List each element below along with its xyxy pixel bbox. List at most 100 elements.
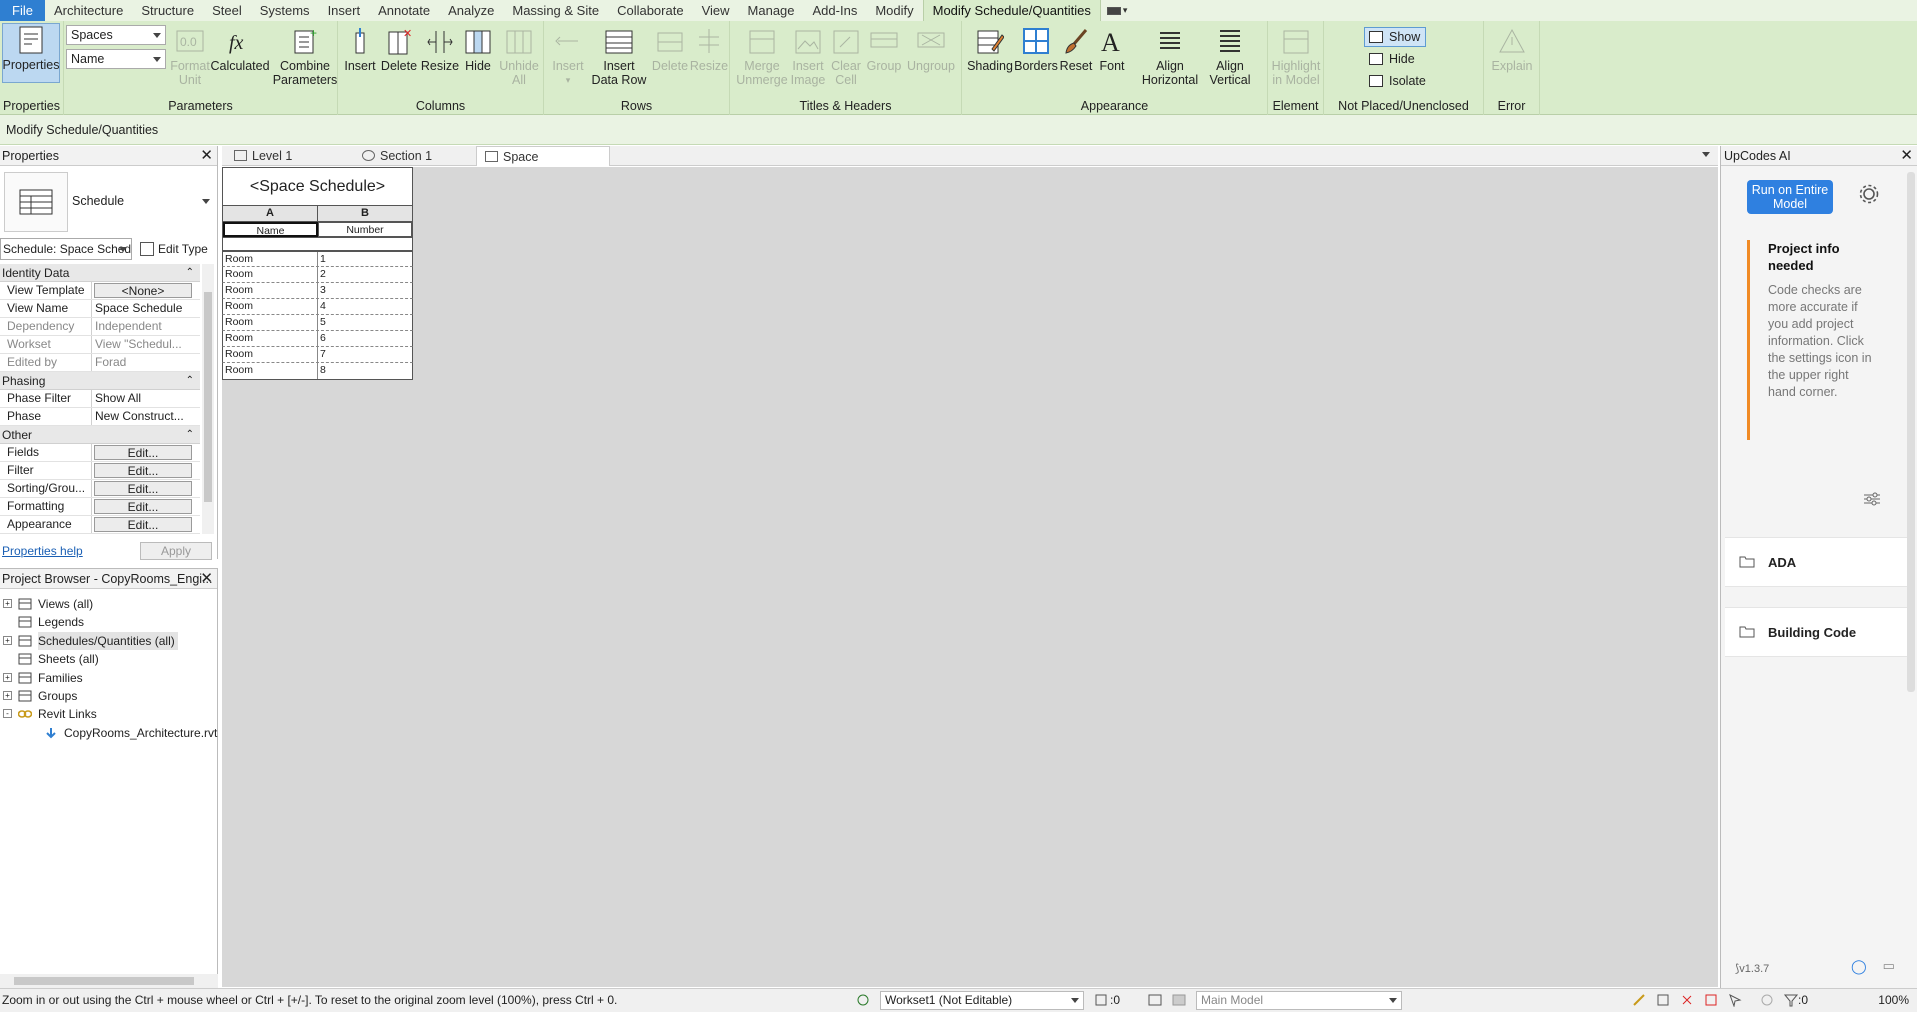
reset-button[interactable]: Reset (1058, 25, 1094, 73)
code-card-building-code[interactable]: Building Code (1725, 607, 1907, 657)
browser-item[interactable]: Legends (38, 613, 87, 631)
scrollbar-thumb[interactable] (204, 292, 212, 502)
schedule-cell-name[interactable]: Room (223, 267, 318, 282)
tab-section-1[interactable]: Section 1 (354, 146, 474, 166)
field-header-name[interactable]: Name (223, 222, 318, 237)
field-header-number[interactable]: Number (318, 222, 412, 237)
highlight-in-model-button[interactable]: Highlight in Model (1270, 25, 1322, 87)
browser-item[interactable]: Groups (38, 687, 80, 705)
tab-architecture[interactable]: Architecture (45, 0, 132, 21)
schedule-cell-name[interactable]: Room (223, 347, 318, 362)
insert-data-row-button[interactable]: Insert Data Row (590, 25, 648, 87)
drag-select-icon[interactable] (1728, 993, 1742, 1007)
close-icon[interactable]: ✕ (1900, 146, 1913, 166)
schedule-title[interactable]: <Space Schedule> (222, 167, 413, 206)
tab-view[interactable]: View (693, 0, 739, 21)
edit-type-button[interactable]: Edit Type (138, 238, 208, 260)
tab-systems[interactable]: Systems (251, 0, 319, 21)
properties-button[interactable]: Properties (2, 23, 60, 83)
schedule-view-canvas[interactable]: <Space Schedule> A B Name Number Room 1 Ro… (222, 167, 1718, 987)
design-option-select[interactable]: Main Model (1196, 991, 1402, 1010)
schedule-cell-number[interactable]: 1 (318, 252, 412, 266)
shading-button[interactable]: Shading (966, 25, 1014, 73)
schedule-cell-number[interactable]: 8 (318, 363, 412, 379)
property-group-header[interactable]: Identity Data ⌃ (0, 264, 200, 282)
property-value[interactable]: Show All (92, 390, 200, 407)
schedule-row[interactable]: Room 8 (222, 363, 413, 379)
schedule-cell-number[interactable]: 2 (318, 267, 412, 282)
show-button[interactable]: Show (1364, 27, 1426, 47)
resize-column-button[interactable]: Resize (420, 25, 460, 73)
underlay-select-icon[interactable] (1656, 993, 1670, 1007)
column-a-header[interactable]: A (223, 206, 318, 221)
font-button[interactable]: A Font (1094, 25, 1130, 73)
combine-parameters-button[interactable]: + Combine Parameters (273, 25, 338, 87)
tab-add-ins[interactable]: Add-Ins (804, 0, 867, 21)
collapse-chevron-icon[interactable]: ⌃ (186, 426, 194, 444)
property-group-header[interactable]: Other ⌃ (0, 426, 200, 444)
schedule-cell-number[interactable]: 7 (318, 347, 412, 362)
schedule-cell-number[interactable]: 5 (318, 315, 412, 330)
schedule-cell-name[interactable]: Room (223, 315, 318, 330)
exclude-options-icon[interactable] (1172, 993, 1186, 1007)
insert-image-button[interactable]: Insert Image (788, 25, 828, 87)
filter-sliders-icon[interactable] (1863, 492, 1881, 506)
browser-item[interactable]: Views (all) (38, 595, 96, 613)
merge-unmerge-button[interactable]: Merge Unmerge (736, 25, 788, 87)
browser-item[interactable]: CopyRooms_Architecture.rvt (64, 724, 220, 742)
browser-item[interactable]: Sheets (all) (38, 650, 102, 668)
schedule-row[interactable]: Room 3 (222, 283, 413, 299)
schedule-cell-name[interactable]: Room (223, 252, 318, 266)
resize-row-button[interactable]: Resize (690, 25, 728, 73)
tree-expand-toggle[interactable]: + (3, 672, 12, 682)
delete-row-button[interactable]: Delete (650, 25, 690, 73)
scrollbar-thumb[interactable] (14, 977, 194, 985)
property-edit-button[interactable]: Edit... (94, 481, 192, 496)
schedule-cell-number[interactable]: 6 (318, 331, 412, 346)
browser-hscrollbar[interactable] (0, 974, 218, 988)
run-on-entire-model-button[interactable]: Run on Entire Model (1747, 180, 1833, 214)
tree-expand-toggle[interactable]: + (3, 691, 12, 700)
explain-button[interactable]: Explain (1488, 25, 1536, 73)
unhide-all-button[interactable]: Unhide All (498, 25, 540, 87)
parameters-category-select[interactable]: Spaces (66, 25, 166, 45)
link-select-icon[interactable] (1632, 993, 1646, 1007)
design-options-icon[interactable] (1148, 993, 1162, 1007)
tab-modify[interactable]: Modify (866, 0, 922, 21)
schedule-cell-name[interactable]: Room (223, 331, 318, 346)
instance-selector[interactable]: Schedule: Space Schedule (0, 238, 132, 260)
worksets-icon[interactable] (856, 993, 870, 1007)
property-edit-button[interactable]: Edit... (94, 463, 192, 478)
tab-insert[interactable]: Insert (319, 0, 370, 21)
borders-button[interactable]: Borders (1014, 25, 1058, 73)
clear-cell-button[interactable]: Clear Cell (828, 25, 864, 87)
editable-only-icon[interactable] (1094, 993, 1108, 1007)
property-value[interactable]: Space Schedule (92, 300, 200, 317)
schedule-cell-name[interactable]: Room (223, 363, 318, 379)
parameters-field-select[interactable]: Name (66, 49, 166, 69)
align-vertical-button[interactable]: Align Vertical (1202, 25, 1258, 87)
insert-row-button[interactable]: Insert ▾ (548, 25, 588, 87)
align-horizontal-button[interactable]: Align Horizontal (1140, 25, 1200, 87)
ribbon-display-toggle[interactable]: ▾ (1101, 0, 1134, 21)
schedule-cell-number[interactable]: 3 (318, 283, 412, 298)
column-b-header[interactable]: B (318, 206, 412, 221)
ungroup-button[interactable]: Ungroup (904, 25, 958, 73)
face-select-icon[interactable] (1704, 993, 1718, 1007)
gear-icon[interactable] (1859, 184, 1879, 204)
tab-collaborate[interactable]: Collaborate (608, 0, 693, 21)
hide-button[interactable]: Hide (1364, 49, 1426, 69)
schedule-row[interactable]: Room 2 (222, 267, 413, 283)
upcodes-scrollbar[interactable] (1907, 172, 1915, 692)
tab-level-1[interactable]: Level 1 (226, 146, 336, 166)
property-value[interactable]: New Construct... (92, 408, 200, 425)
collapse-chevron-icon[interactable]: ⌃ (186, 372, 194, 390)
tree-expand-toggle[interactable]: - (3, 709, 12, 719)
browser-item[interactable]: Revit Links (38, 705, 100, 723)
browser-item[interactable]: Families (38, 669, 86, 687)
tree-expand-toggle[interactable]: + (3, 635, 12, 645)
delete-column-button[interactable]: ✕ Delete (378, 25, 420, 73)
schedule-row[interactable]: Room 7 (222, 347, 413, 363)
tab-modify-schedule[interactable]: Modify Schedule/Quantities (922, 0, 1101, 21)
property-edit-button[interactable]: Edit... (94, 517, 192, 532)
